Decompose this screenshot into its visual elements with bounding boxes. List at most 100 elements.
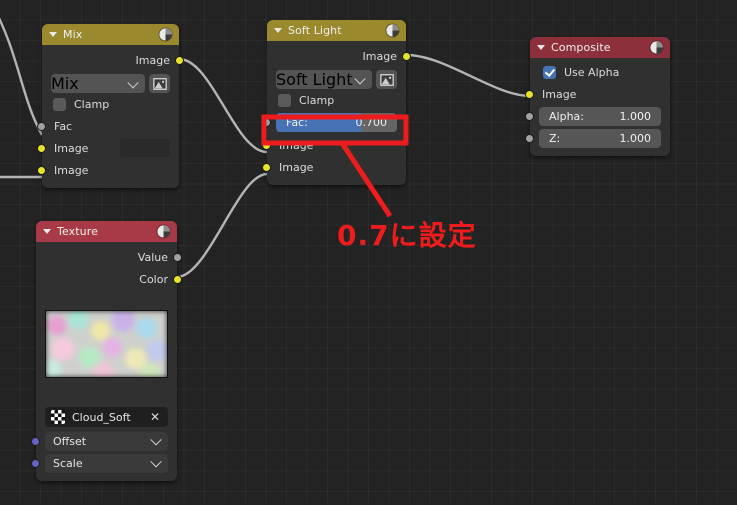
socket-image-out[interactable] [175,55,184,65]
node-mix[interactable]: Mix Image Mix Clamp Fac Image Image [37,24,184,188]
triangle-down-icon[interactable] [43,229,51,234]
node-soft-light[interactable]: Soft Light Image Soft Light Clamp Fac: 0… [262,20,411,185]
alpha-value-field[interactable]: Alpha: 1.000 [539,106,661,126]
clamp-checkbox[interactable] [278,94,291,107]
node-mix-header[interactable]: Mix [42,24,179,45]
socket-alpha-in[interactable] [525,111,534,121]
node-texture-title: Texture [57,225,98,238]
clamp-label: Clamp [74,98,110,111]
socket-image-in-2[interactable] [262,162,271,172]
node-editor-canvas[interactable]: Mix Image Mix Clamp Fac Image Image Soft… [0,0,737,505]
node-texture-scale-row[interactable]: Scale [31,452,177,474]
blend-mode-value: Mix [51,74,79,93]
node-soft-light-clamp-row[interactable]: Clamp [267,90,406,111]
image-color-swatch[interactable] [120,139,170,157]
use-alpha-checkbox[interactable] [543,66,556,79]
clamp-label: Clamp [299,94,335,107]
node-mix-clamp-row[interactable]: Clamp [42,94,179,115]
node-soft-light-input-image1[interactable]: Image [262,134,406,156]
node-texture-header[interactable]: Texture [36,221,177,242]
triangle-down-icon[interactable] [274,28,282,33]
node-composite-header[interactable]: Composite [530,37,670,58]
node-soft-light-blend-mode-row[interactable]: Soft Light [276,70,397,89]
x-icon[interactable]: ✕ [150,411,162,423]
node-soft-light-output-image[interactable]: Image [267,45,411,67]
soft-light-fac-slider[interactable]: Fac: 0.700 [276,113,397,132]
node-composite-z-row[interactable]: Z: 1.000 [525,127,670,149]
input-label-image: Image [542,87,577,101]
texture-datablock-selector[interactable]: Cloud_Soft ✕ [45,407,168,427]
socket-fac-in[interactable] [262,118,271,127]
socket-image-in-1[interactable] [262,140,271,150]
socket-z-in[interactable] [525,133,534,143]
node-composite-input-image[interactable]: Image [525,83,670,105]
link-offscreen-to-mix-fac [0,17,44,136]
output-label: Image [362,49,397,63]
link-texture-to-softlight [176,172,268,279]
node-texture-output-color[interactable]: Color [36,268,182,290]
socket-scale-in[interactable] [31,458,40,468]
socket-image-out[interactable] [402,51,411,61]
node-mix-input-image1[interactable]: Image [37,137,179,159]
socket-image-in-1[interactable] [37,143,46,153]
node-mix-output-image[interactable]: Image [42,49,184,71]
node-composite-use-alpha-row[interactable]: Use Alpha [530,62,670,83]
input-label-image2: Image [54,163,89,177]
annotation-text: 0.7に設定 [337,219,477,252]
socket-image-in-2[interactable] [37,165,46,175]
link-softlight-to-composite [405,53,531,98]
node-mix-body: Image Mix Clamp Fac Image Image [37,45,184,188]
node-texture-output-value[interactable]: Value [36,246,182,268]
shading-sphere-icon [649,40,664,55]
node-mix-input-fac[interactable]: Fac [37,115,179,137]
scale-label: Scale [53,456,83,470]
node-composite-body: Use Alpha Image Alpha: 1.000 Z: 1.000 [525,58,670,156]
node-texture[interactable]: Texture Value Color Cloud_Soft ✕ Offset … [31,221,182,481]
image-thumbnail-icon[interactable] [376,70,397,89]
input-label-image2: Image [279,160,314,174]
fac-label: Fac: [286,116,308,129]
node-soft-light-body: Image Soft Light Clamp Fac: 0.700 Image … [262,41,411,185]
node-composite[interactable]: Composite Use Alpha Image Alpha: 1.000 Z… [525,37,670,156]
image-thumbnail-icon[interactable] [149,74,170,93]
checker-texture-icon [51,410,65,424]
node-soft-light-header[interactable]: Soft Light [267,20,406,41]
triangle-down-icon[interactable] [49,32,57,37]
socket-fac-in[interactable] [37,121,46,131]
shading-sphere-icon [158,27,173,42]
node-composite-title: Composite [551,41,611,54]
chevron-down-icon[interactable] [150,456,162,468]
texture-datablock-name: Cloud_Soft [72,410,131,424]
alpha-value: 1.000 [619,109,652,123]
link-mix-to-softlight [178,57,268,154]
node-texture-body: Value Color Cloud_Soft ✕ Offset Scale [31,242,182,481]
socket-image-in[interactable] [525,89,534,99]
blend-mode-dropdown[interactable]: Mix [51,74,145,93]
triangle-down-icon[interactable] [537,45,545,50]
node-mix-blend-mode-row[interactable]: Mix [51,74,170,93]
chevron-down-icon [354,72,366,84]
offset-label: Offset [53,434,87,448]
chevron-down-icon[interactable] [150,434,162,446]
clamp-checkbox[interactable] [53,98,66,111]
node-soft-light-input-image2[interactable]: Image [262,156,406,178]
socket-color-out[interactable] [173,274,182,284]
node-texture-offset-row[interactable]: Offset [31,430,177,452]
texture-preview [45,310,168,378]
input-label-image1: Image [279,138,314,152]
z-value: 1.000 [619,131,652,145]
shading-sphere-icon [156,224,171,239]
scale-field[interactable]: Scale [45,453,168,473]
shading-sphere-icon [385,23,400,38]
socket-offset-in[interactable] [31,436,40,446]
node-composite-alpha-row[interactable]: Alpha: 1.000 [525,105,670,127]
node-mix-input-image2[interactable]: Image [37,159,179,181]
z-label: Z: [549,131,561,145]
node-soft-light-fac-row[interactable]: Fac: 0.700 [262,111,406,134]
offset-field[interactable]: Offset [45,431,168,451]
blend-mode-value: Soft Light [276,70,353,89]
socket-value-out[interactable] [173,252,182,262]
alpha-label: Alpha: [549,109,584,123]
blend-mode-dropdown[interactable]: Soft Light [276,70,372,89]
z-value-field[interactable]: Z: 1.000 [539,128,661,148]
